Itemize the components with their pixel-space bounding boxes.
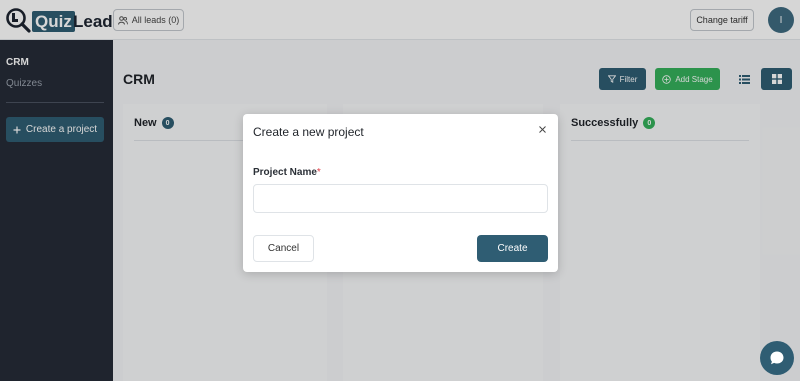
- chat-icon: [770, 351, 784, 365]
- project-name-label-text: Project Name: [253, 167, 317, 178]
- chat-widget-button[interactable]: [760, 341, 794, 375]
- create-label: Create: [497, 243, 528, 254]
- cancel-button[interactable]: Cancel: [253, 235, 314, 262]
- cancel-label: Cancel: [267, 243, 300, 254]
- create-project-dialog: Create a new project Project Name* Cance…: [243, 114, 558, 272]
- dialog-title: Create a new project: [253, 125, 364, 139]
- close-button[interactable]: [535, 122, 549, 136]
- close-icon: [538, 125, 546, 133]
- required-mark: *: [316, 167, 321, 178]
- project-name-label: Project Name*: [253, 167, 321, 178]
- project-name-input[interactable]: [253, 184, 548, 213]
- create-button[interactable]: Create: [477, 235, 548, 262]
